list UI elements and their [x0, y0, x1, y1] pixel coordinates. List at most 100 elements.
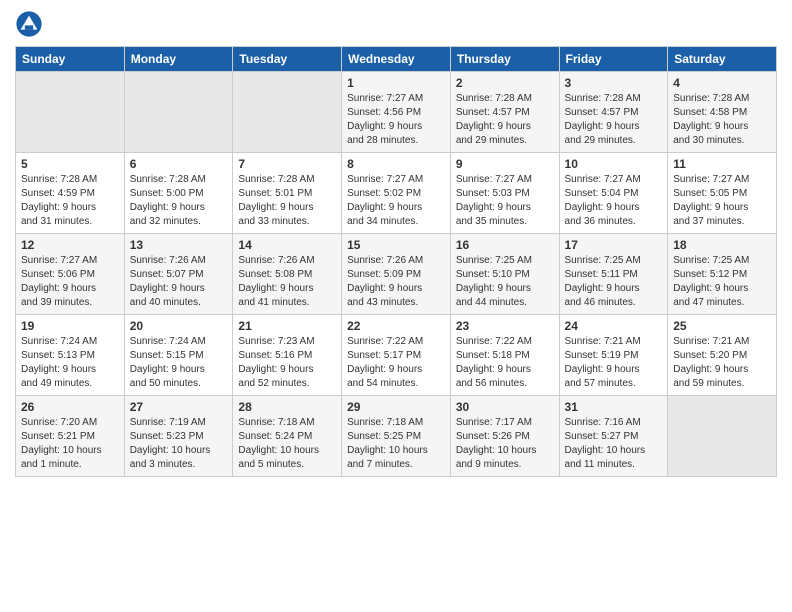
day-info: Sunrise: 7:20 AM Sunset: 5:21 PM Dayligh… [21, 416, 119, 472]
calendar-cell: 3 Sunrise: 7:28 AM Sunset: 4:57 PM Daylig… [559, 72, 668, 153]
calendar-cell: 23Sunrise: 7:22 AM Sunset: 5:18 PM Dayli… [450, 315, 559, 396]
calendar-cell [16, 72, 125, 153]
calendar-cell: 31 Sunrise: 7:16 AM Sunset: 5:27 PM Dayli… [559, 396, 668, 477]
calendar-cell [233, 72, 342, 153]
day-info: Sunrise: 7:27 AM Sunset: 5:03 PM Dayligh… [456, 173, 554, 229]
day-info: Sunrise: 7:27 AM Sunset: 5:06 PM Dayligh… [21, 254, 119, 310]
day-number: 10 [565, 157, 663, 171]
day-header-tuesday: Tuesday [233, 47, 342, 72]
calendar-cell: 9 Sunrise: 7:27 AM Sunset: 5:03 PM Daylig… [450, 153, 559, 234]
day-header-wednesday: Wednesday [342, 47, 451, 72]
day-number: 27 [130, 400, 228, 414]
calendar-cell: 18 Sunrise: 7:25 AM Sunset: 5:12 PM Dayli… [668, 234, 777, 315]
calendar-cell: 29 Sunrise: 7:18 AM Sunset: 5:25 PM Dayli… [342, 396, 451, 477]
calendar-cell: 11Sunrise: 7:27 AM Sunset: 5:05 PM Dayli… [668, 153, 777, 234]
day-info: Sunrise: 7:16 AM Sunset: 5:27 PM Dayligh… [565, 416, 663, 472]
calendar-cell: 2 Sunrise: 7:28 AM Sunset: 4:57 PM Daylig… [450, 72, 559, 153]
day-number: 13 [130, 238, 228, 252]
calendar-cell: 19 Sunrise: 7:24 AM Sunset: 5:13 PM Dayli… [16, 315, 125, 396]
day-number: 14 [238, 238, 336, 252]
day-info: Sunrise: 7:26 AM Sunset: 5:09 PM Dayligh… [347, 254, 445, 310]
day-info: Sunrise: 7:25 AM Sunset: 5:12 PM Dayligh… [673, 254, 771, 310]
calendar-cell: 10 Sunrise: 7:27 AM Sunset: 5:04 PM Dayli… [559, 153, 668, 234]
day-number: 8 [347, 157, 445, 171]
calendar-week-3: 12 Sunrise: 7:27 AM Sunset: 5:06 PM Dayli… [16, 234, 777, 315]
calendar-cell: 13Sunrise: 7:26 AM Sunset: 5:07 PM Dayli… [124, 234, 233, 315]
day-info: Sunrise: 7:18 AM Sunset: 5:24 PM Dayligh… [238, 416, 336, 472]
page-container: SundayMondayTuesdayWednesdayThursdayFrid… [0, 0, 792, 612]
calendar-cell: 5 Sunrise: 7:28 AM Sunset: 4:59 PM Daylig… [16, 153, 125, 234]
day-info: Sunrise: 7:21 AM Sunset: 5:20 PM Dayligh… [673, 335, 771, 391]
day-header-sunday: Sunday [16, 47, 125, 72]
day-info: Sunrise: 7:26 AM Sunset: 5:08 PM Dayligh… [238, 254, 336, 310]
day-number: 18 [673, 238, 771, 252]
day-number: 12 [21, 238, 119, 252]
day-number: 25 [673, 319, 771, 333]
calendar-cell: 8 Sunrise: 7:27 AM Sunset: 5:02 PM Daylig… [342, 153, 451, 234]
day-number: 29 [347, 400, 445, 414]
day-header-monday: Monday [124, 47, 233, 72]
calendar-cell: 27 Sunrise: 7:19 AM Sunset: 5:23 PM Dayli… [124, 396, 233, 477]
day-number: 30 [456, 400, 554, 414]
day-number: 19 [21, 319, 119, 333]
day-info: Sunrise: 7:18 AM Sunset: 5:25 PM Dayligh… [347, 416, 445, 472]
day-number: 15 [347, 238, 445, 252]
calendar-table: SundayMondayTuesdayWednesdayThursdayFrid… [15, 46, 777, 477]
day-info: Sunrise: 7:25 AM Sunset: 5:10 PM Dayligh… [456, 254, 554, 310]
calendar-cell: 4Sunrise: 7:28 AM Sunset: 4:58 PM Daylig… [668, 72, 777, 153]
day-info: Sunrise: 7:24 AM Sunset: 5:15 PM Dayligh… [130, 335, 228, 391]
day-number: 24 [565, 319, 663, 333]
calendar-week-2: 5 Sunrise: 7:28 AM Sunset: 4:59 PM Daylig… [16, 153, 777, 234]
day-number: 22 [347, 319, 445, 333]
day-header-saturday: Saturday [668, 47, 777, 72]
day-number: 17 [565, 238, 663, 252]
calendar-cell: 16 Sunrise: 7:25 AM Sunset: 5:10 PM Dayli… [450, 234, 559, 315]
calendar-cell: 15 Sunrise: 7:26 AM Sunset: 5:09 PM Dayli… [342, 234, 451, 315]
calendar-cell [124, 72, 233, 153]
calendar-cell: 26 Sunrise: 7:20 AM Sunset: 5:21 PM Dayli… [16, 396, 125, 477]
day-number: 9 [456, 157, 554, 171]
day-info: Sunrise: 7:27 AM Sunset: 5:05 PM Dayligh… [673, 173, 771, 229]
calendar-cell: 20Sunrise: 7:24 AM Sunset: 5:15 PM Dayli… [124, 315, 233, 396]
day-info: Sunrise: 7:22 AM Sunset: 5:18 PM Dayligh… [456, 335, 554, 391]
day-info: Sunrise: 7:23 AM Sunset: 5:16 PM Dayligh… [238, 335, 336, 391]
day-number: 26 [21, 400, 119, 414]
calendar-cell: 24 Sunrise: 7:21 AM Sunset: 5:19 PM Dayli… [559, 315, 668, 396]
day-info: Sunrise: 7:21 AM Sunset: 5:19 PM Dayligh… [565, 335, 663, 391]
day-info: Sunrise: 7:28 AM Sunset: 4:59 PM Dayligh… [21, 173, 119, 229]
day-info: Sunrise: 7:28 AM Sunset: 4:57 PM Dayligh… [456, 92, 554, 148]
day-number: 3 [565, 76, 663, 90]
day-info: Sunrise: 7:19 AM Sunset: 5:23 PM Dayligh… [130, 416, 228, 472]
calendar-cell: 30 Sunrise: 7:17 AM Sunset: 5:26 PM Dayli… [450, 396, 559, 477]
day-number: 7 [238, 157, 336, 171]
day-number: 16 [456, 238, 554, 252]
day-info: Sunrise: 7:25 AM Sunset: 5:11 PM Dayligh… [565, 254, 663, 310]
calendar-cell: 7Sunrise: 7:28 AM Sunset: 5:01 PM Daylig… [233, 153, 342, 234]
day-number: 21 [238, 319, 336, 333]
day-number: 5 [21, 157, 119, 171]
calendar-cell [668, 396, 777, 477]
logo-icon [15, 10, 43, 38]
day-number: 28 [238, 400, 336, 414]
day-number: 1 [347, 76, 445, 90]
day-info: Sunrise: 7:28 AM Sunset: 4:58 PM Dayligh… [673, 92, 771, 148]
calendar-cell: 22 Sunrise: 7:22 AM Sunset: 5:17 PM Dayli… [342, 315, 451, 396]
calendar-cell: 17 Sunrise: 7:25 AM Sunset: 5:11 PM Dayli… [559, 234, 668, 315]
day-info: Sunrise: 7:24 AM Sunset: 5:13 PM Dayligh… [21, 335, 119, 391]
day-number: 31 [565, 400, 663, 414]
day-info: Sunrise: 7:27 AM Sunset: 5:04 PM Dayligh… [565, 173, 663, 229]
calendar-cell: 14 Sunrise: 7:26 AM Sunset: 5:08 PM Dayli… [233, 234, 342, 315]
day-info: Sunrise: 7:27 AM Sunset: 5:02 PM Dayligh… [347, 173, 445, 229]
calendar-cell: 28 Sunrise: 7:18 AM Sunset: 5:24 PM Dayli… [233, 396, 342, 477]
calendar-week-4: 19 Sunrise: 7:24 AM Sunset: 5:13 PM Dayli… [16, 315, 777, 396]
day-info: Sunrise: 7:28 AM Sunset: 5:00 PM Dayligh… [130, 173, 228, 229]
day-info: Sunrise: 7:28 AM Sunset: 4:57 PM Dayligh… [565, 92, 663, 148]
calendar-week-1: 1Sunrise: 7:27 AM Sunset: 4:56 PM Daylig… [16, 72, 777, 153]
day-info: Sunrise: 7:22 AM Sunset: 5:17 PM Dayligh… [347, 335, 445, 391]
logo [15, 10, 47, 38]
day-number: 6 [130, 157, 228, 171]
calendar-header-row: SundayMondayTuesdayWednesdayThursdayFrid… [16, 47, 777, 72]
day-info: Sunrise: 7:17 AM Sunset: 5:26 PM Dayligh… [456, 416, 554, 472]
day-header-thursday: Thursday [450, 47, 559, 72]
day-number: 2 [456, 76, 554, 90]
